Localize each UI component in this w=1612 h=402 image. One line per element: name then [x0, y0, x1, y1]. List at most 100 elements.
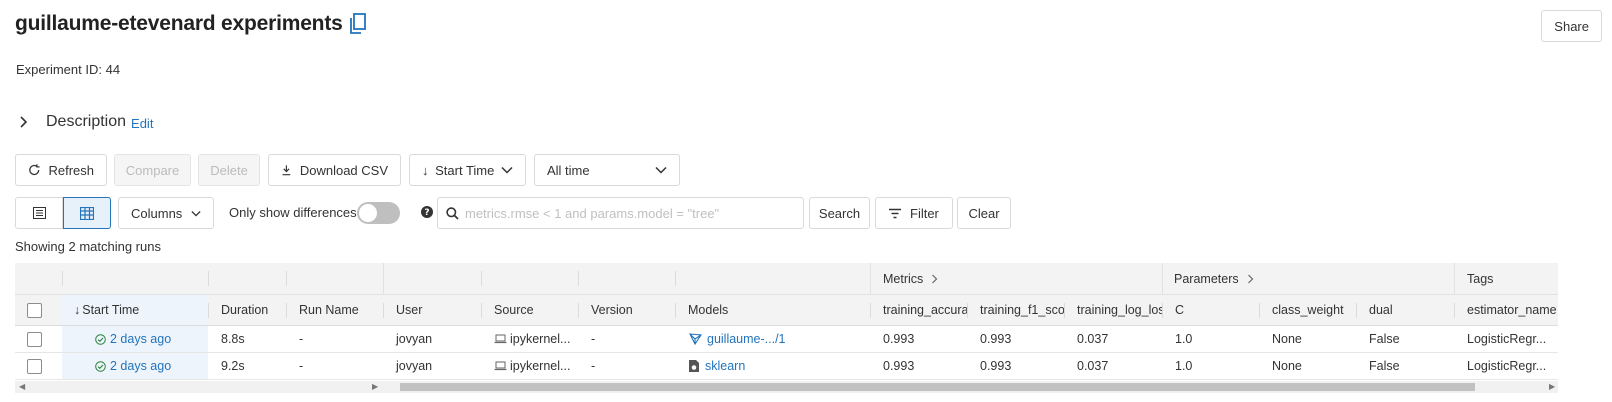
- filter-button[interactable]: Filter: [875, 197, 953, 229]
- refresh-label: Refresh: [48, 162, 94, 178]
- chevron-right-icon[interactable]: [18, 115, 32, 129]
- description-section: Description Edit: [18, 113, 153, 131]
- training-log-loss-cell: 0.037: [1077, 359, 1109, 373]
- header-estimator-name[interactable]: estimator_name: [1454, 295, 1558, 325]
- search-field[interactable]: [437, 197, 804, 229]
- clear-button[interactable]: Clear: [957, 197, 1011, 229]
- header-training-f1[interactable]: training_f1_score: [967, 295, 1064, 325]
- column-group-header: Metrics Parameters Tags: [15, 263, 1558, 295]
- header-dual[interactable]: dual: [1356, 295, 1454, 325]
- only-show-differences-toggle[interactable]: [357, 202, 400, 224]
- training-accuracy-cell: 0.993: [883, 359, 915, 373]
- header-c[interactable]: C: [1162, 295, 1259, 325]
- copy-icon[interactable]: [349, 13, 369, 35]
- filter-label: Filter: [910, 205, 939, 221]
- header-source[interactable]: Source: [481, 295, 578, 325]
- user-cell: jovyan: [396, 359, 433, 373]
- laptop-icon: [494, 334, 507, 344]
- row-checkbox[interactable]: [27, 358, 42, 374]
- list-view-button[interactable]: [15, 197, 63, 229]
- metrics-group-header[interactable]: Metrics: [883, 263, 938, 295]
- parameters-group-label: Parameters: [1174, 272, 1239, 286]
- models-cell[interactable]: sklearn: [675, 353, 870, 379]
- start-time-cell[interactable]: 2 days ago: [62, 326, 208, 352]
- columns-label: Columns: [131, 205, 183, 221]
- version-cell: -: [591, 359, 596, 373]
- search-icon: [446, 206, 459, 220]
- download-icon: [282, 165, 291, 176]
- svg-text:?: ?: [424, 208, 429, 218]
- download-csv-label: Download CSV: [299, 162, 388, 178]
- header-run-name[interactable]: Run Name: [286, 295, 383, 325]
- training-log-loss-cell: 0.037: [1077, 332, 1109, 346]
- check-circle-icon: [95, 360, 106, 372]
- sort-desc-icon: ↓: [74, 303, 81, 317]
- start-time-cell[interactable]: 2 days ago: [62, 353, 208, 379]
- compare-button[interactable]: Compare: [114, 154, 191, 186]
- list-view-icon: [32, 207, 46, 219]
- horizontal-scrollbar[interactable]: ◀ ▶ ▶: [15, 381, 1558, 393]
- chevron-down-icon: [191, 210, 201, 217]
- header-user[interactable]: User: [383, 295, 481, 325]
- description-edit-link[interactable]: Edit: [131, 116, 153, 131]
- experiment-id-value: 44: [105, 62, 121, 77]
- header-class-weight[interactable]: class_weight: [1259, 295, 1356, 325]
- table-view-icon: [80, 206, 94, 220]
- row-select-cell: [15, 326, 62, 352]
- sort-arrow-icon: ↓: [422, 162, 429, 178]
- page-title: guillaume-etevenard experiments: [15, 12, 343, 35]
- select-all-cell: [15, 295, 62, 325]
- refresh-button[interactable]: Refresh: [15, 154, 107, 186]
- matching-runs-count: Showing 2 matching runs: [15, 239, 161, 254]
- download-csv-button[interactable]: Download CSV: [268, 154, 401, 186]
- dual-cell: False: [1369, 332, 1400, 346]
- time-range-select[interactable]: All time: [534, 154, 680, 186]
- select-all-checkbox[interactable]: [27, 302, 42, 318]
- delete-button[interactable]: Delete: [198, 154, 260, 186]
- tags-group-header[interactable]: Tags: [1467, 263, 1493, 295]
- description-label: Description: [46, 113, 127, 130]
- scroll-right-arrow-icon[interactable]: ▶: [1549, 381, 1555, 393]
- experiment-id: Experiment ID: 44: [16, 62, 120, 77]
- time-range-value: All time: [547, 162, 590, 178]
- table-row: 2 days ago 9.2s - jovyan ipykernel... - …: [15, 353, 1558, 380]
- scroll-left-arrow-icon[interactable]: ◀: [19, 381, 25, 393]
- source-label: ipykernel...: [510, 359, 571, 373]
- registered-model-icon: [689, 333, 702, 346]
- header-start-time[interactable]: ↓ Start Time: [62, 295, 208, 325]
- header-models[interactable]: Models: [675, 295, 870, 325]
- search-input[interactable]: [465, 205, 795, 221]
- table-view-button[interactable]: [63, 197, 111, 229]
- header-training-log-loss[interactable]: training_log_loss: [1064, 295, 1162, 325]
- scroll-right-arrow-icon[interactable]: ▶: [372, 381, 378, 393]
- columns-select[interactable]: Columns: [118, 197, 214, 229]
- model-file-icon: [689, 360, 699, 372]
- header-duration[interactable]: Duration: [208, 295, 286, 325]
- experiment-id-label: Experiment ID:: [16, 62, 102, 77]
- source-cell[interactable]: ipykernel...: [481, 326, 578, 352]
- header-training-accuracy[interactable]: training_accuracy: [870, 295, 967, 325]
- training-f1-cell: 0.993: [980, 332, 1012, 346]
- duration-cell: 9.2s: [221, 359, 245, 373]
- table-row: 2 days ago 8.8s - jovyan ipykernel... - …: [15, 326, 1558, 353]
- share-button[interactable]: Share: [1541, 10, 1602, 42]
- check-circle-icon: [95, 333, 106, 345]
- run-name-cell: -: [299, 359, 304, 373]
- help-icon[interactable]: ?: [421, 206, 433, 218]
- model-link[interactable]: sklearn: [705, 359, 745, 373]
- header-start-time-label: Start Time: [82, 303, 140, 317]
- row-checkbox[interactable]: [27, 331, 42, 347]
- models-cell[interactable]: guillaume-.../1: [675, 326, 870, 352]
- start-time-link[interactable]: 2 days ago: [110, 332, 171, 346]
- version-cell: -: [591, 332, 596, 346]
- chevron-right-icon: [932, 274, 938, 284]
- start-time-link[interactable]: 2 days ago: [110, 359, 171, 373]
- model-link[interactable]: guillaume-.../1: [707, 332, 786, 346]
- parameters-group-header[interactable]: Parameters: [1174, 263, 1254, 295]
- header-version[interactable]: Version: [578, 295, 675, 325]
- scrollbar-thumb[interactable]: [400, 383, 1475, 391]
- search-button[interactable]: Search: [809, 197, 870, 229]
- chevron-down-icon: [655, 166, 667, 174]
- source-cell[interactable]: ipykernel...: [481, 353, 578, 379]
- sort-select[interactable]: ↓ Start Time: [409, 154, 526, 186]
